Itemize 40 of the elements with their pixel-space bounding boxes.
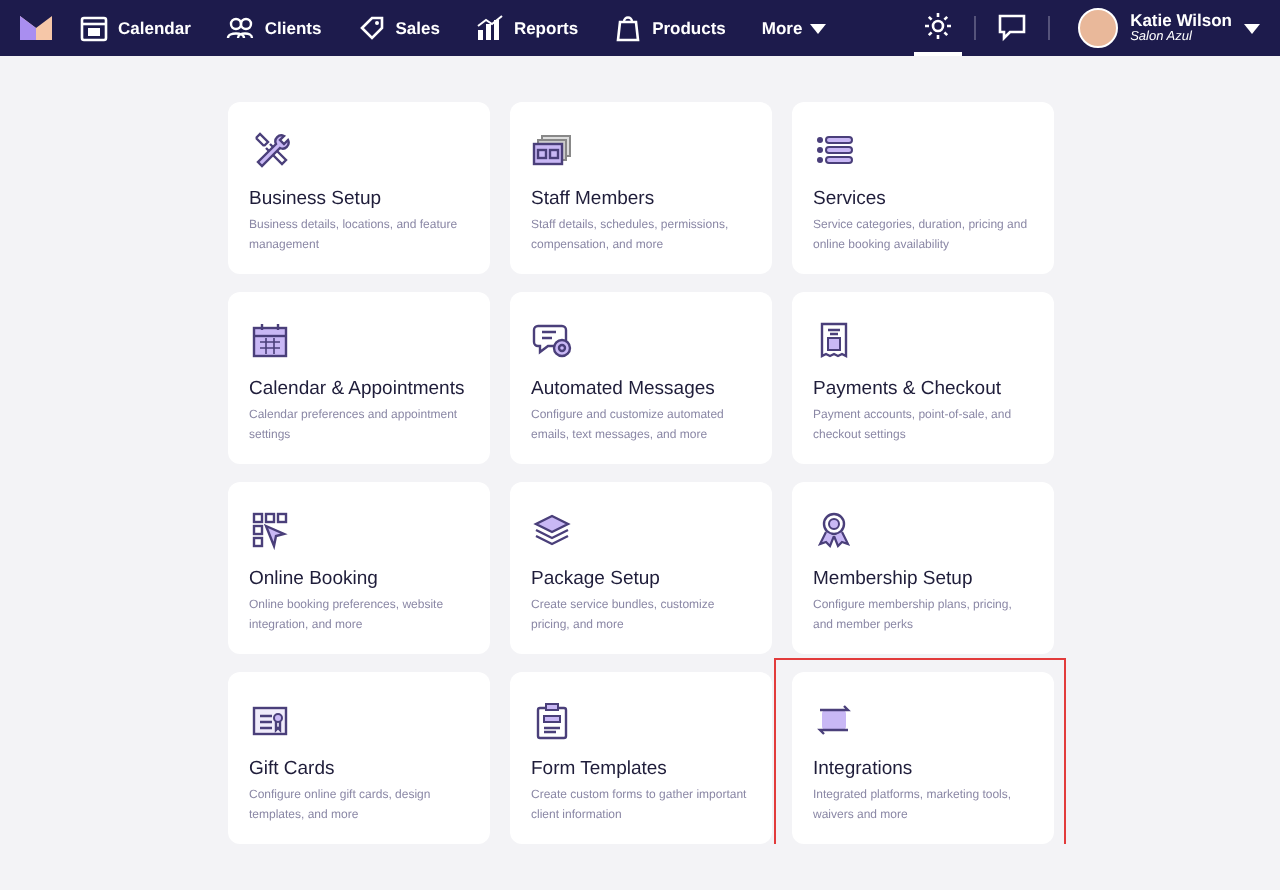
cursor-grid-icon — [249, 510, 289, 550]
logo-icon[interactable] — [20, 16, 52, 40]
card-title: Gift Cards — [249, 758, 337, 780]
card-title: Staff Members — [531, 188, 657, 210]
card-title: Services — [813, 188, 888, 210]
calendar-icon — [80, 14, 108, 42]
user-name: Katie Wilson — [1130, 12, 1232, 29]
nav-link[interactable]: Reports — [475, 14, 579, 42]
chat-icon — [996, 10, 1029, 42]
caret-icon[interactable] — [1244, 23, 1260, 33]
card-title: Form Templates — [531, 758, 669, 780]
list-icon — [813, 130, 853, 170]
card-title: Calendar & Appointments — [249, 378, 467, 400]
sync-icon — [813, 700, 853, 740]
card-title: Automated Messages — [531, 378, 717, 400]
settings-icon — [922, 10, 955, 42]
card-title: Payments & Checkout — [813, 378, 1003, 400]
card-title: Membership Setup — [813, 568, 975, 590]
caret-icon — [810, 23, 827, 33]
bag-icon — [614, 14, 643, 42]
nav-link[interactable]: Products — [614, 14, 726, 42]
nav-link[interactable]: Sales — [357, 14, 440, 42]
card-title: Package Setup — [531, 568, 662, 590]
message-gear-icon — [531, 320, 571, 360]
award-icon — [813, 510, 853, 550]
card-title: Business Setup — [249, 188, 384, 210]
card-title: Integrations — [813, 758, 915, 780]
more-menu[interactable]: More — [761, 18, 827, 38]
layers-icon — [531, 510, 571, 550]
people-icon — [226, 14, 255, 42]
calendar-icon — [249, 320, 289, 360]
nav-link[interactable]: Calendar — [80, 14, 191, 42]
chart-icon — [475, 14, 504, 42]
card-title: Online Booking — [249, 568, 380, 590]
id-cards-icon — [531, 130, 571, 170]
nav-link[interactable]: Clients — [226, 14, 322, 42]
tools-icon — [249, 130, 289, 170]
avatar[interactable] — [1078, 8, 1119, 48]
tag-icon — [357, 14, 386, 42]
clipboard-icon — [531, 700, 571, 740]
